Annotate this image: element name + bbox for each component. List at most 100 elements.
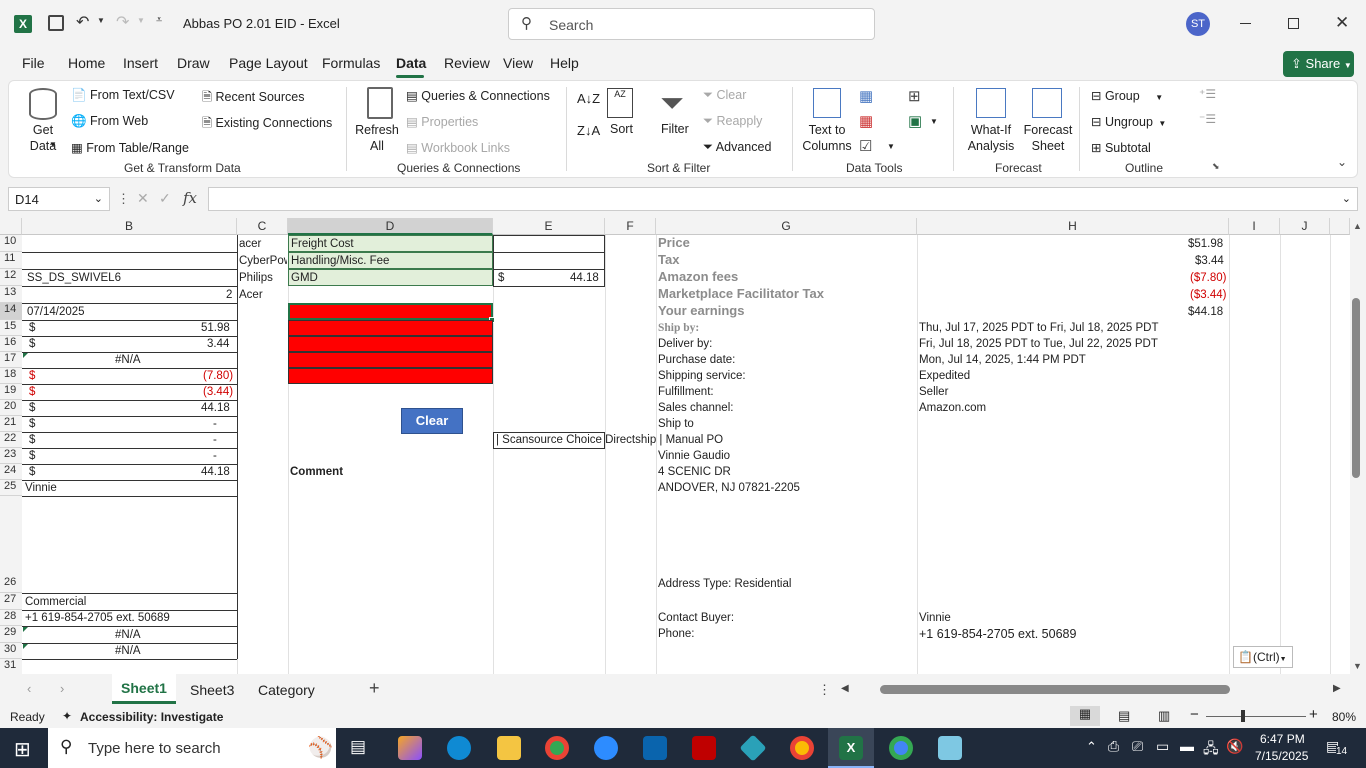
- share-button[interactable]: ⇪ Share ▼: [1283, 51, 1354, 77]
- insert-function-icon[interactable]: fx: [183, 189, 197, 207]
- tab-insert[interactable]: Insert: [123, 55, 158, 71]
- save-icon[interactable]: [48, 15, 64, 31]
- cell-d15[interactable]: [288, 320, 493, 336]
- row-header-30[interactable]: 30: [0, 643, 22, 659]
- row-header-28[interactable]: 28: [0, 610, 22, 626]
- scroll-up-icon[interactable]: ▲: [1353, 221, 1362, 231]
- data-model-dropdown-icon[interactable]: ▼: [930, 117, 938, 126]
- zoom-in-icon[interactable]: +: [1309, 706, 1318, 723]
- tab-view[interactable]: View: [503, 55, 533, 71]
- cell-d24[interactable]: Comment: [290, 464, 343, 480]
- cell-e10[interactable]: [493, 235, 605, 253]
- cell-b13[interactable]: 2: [226, 287, 232, 303]
- ungroup-button[interactable]: ⊟ Ungroup ▼: [1091, 114, 1166, 129]
- app-diamond-icon[interactable]: [739, 734, 767, 762]
- chrome-icon[interactable]: [545, 736, 569, 760]
- taskbar-search-box[interactable]: ⚲ Type here to search ⚾: [48, 728, 336, 768]
- row-header-11[interactable]: 11: [0, 252, 22, 269]
- sheet-tab-sheet1[interactable]: Sheet1: [112, 674, 176, 704]
- zoom-out-icon[interactable]: −: [1190, 706, 1199, 723]
- cell-h15[interactable]: Thu, Jul 17, 2025 PDT to Fri, Jul 18, 20…: [919, 320, 1159, 336]
- horizontal-scroll-thumb[interactable]: [880, 685, 1230, 694]
- row-header-13[interactable]: 13: [0, 286, 22, 303]
- chrome-profile-icon[interactable]: [790, 736, 814, 760]
- hide-detail-icon[interactable]: ⁻☰: [1199, 112, 1216, 126]
- cell-g20[interactable]: Sales channel:: [658, 400, 733, 416]
- column-header-h[interactable]: H: [917, 218, 1229, 235]
- from-web-button[interactable]: 🌐 From Web: [71, 114, 148, 129]
- column-header-b[interactable]: B: [22, 218, 237, 235]
- redo-dropdown-icon[interactable]: ▼: [137, 16, 145, 25]
- clock-date[interactable]: 7/15/2025: [1255, 749, 1308, 763]
- tab-review[interactable]: Review: [444, 55, 490, 71]
- tab-page-layout[interactable]: Page Layout: [229, 55, 308, 71]
- row-header-10[interactable]: 10: [0, 235, 22, 252]
- tab-file[interactable]: File: [22, 55, 45, 71]
- cell-h11[interactable]: $3.44: [1195, 253, 1224, 269]
- normal-view-icon[interactable]: ▦: [1070, 706, 1100, 726]
- cell-b19[interactable]: (3.44): [203, 384, 233, 400]
- hscroll-right-icon[interactable]: ▶: [1333, 683, 1341, 694]
- queries-connections-button[interactable]: ▤ Queries & Connections: [406, 88, 550, 103]
- row-header-25[interactable]: 25: [0, 480, 22, 496]
- cell-d11[interactable]: Handling/Misc. Fee: [288, 252, 493, 269]
- chrome-alt-icon[interactable]: [889, 736, 913, 760]
- name-box-dropdown-icon[interactable]: ⌄: [94, 192, 103, 205]
- undo-dropdown-icon[interactable]: ▼: [97, 16, 105, 25]
- zoom-slider-thumb[interactable]: [1241, 710, 1245, 722]
- row-header-16[interactable]: 16: [0, 336, 22, 352]
- consolidate-icon[interactable]: ⊞: [908, 87, 921, 105]
- restore-icon[interactable]: [1288, 18, 1299, 29]
- windows-start-icon[interactable]: ⊞: [14, 737, 31, 762]
- sort-za-icon[interactable]: Z↓A: [577, 123, 600, 138]
- collapse-ribbon-icon[interactable]: ⌄: [1337, 155, 1347, 169]
- tab-data[interactable]: Data: [396, 55, 426, 71]
- cell-b23[interactable]: -: [213, 448, 217, 464]
- cell-g24[interactable]: 4 SCENIC DR: [658, 464, 731, 480]
- get-data-button[interactable]: Get Data: [23, 122, 63, 154]
- cell-b30[interactable]: #N/A: [115, 643, 141, 659]
- row-header-17[interactable]: 17: [0, 352, 22, 368]
- sheet-prev-icon[interactable]: ‹: [27, 681, 31, 696]
- display-tray-icon[interactable]: ▭: [1156, 738, 1169, 755]
- cell-d16[interactable]: [288, 336, 493, 352]
- tab-home[interactable]: Home: [68, 55, 105, 71]
- cell-b15[interactable]: 51.98: [201, 320, 230, 336]
- column-header-c[interactable]: C: [237, 218, 288, 235]
- column-header-f[interactable]: F: [605, 218, 656, 235]
- data-validation-icon[interactable]: ☑: [859, 137, 872, 155]
- cell-h19[interactable]: Seller: [919, 384, 948, 400]
- clock-time[interactable]: 6:47 PM: [1260, 732, 1305, 746]
- text-to-columns-button[interactable]: Text to Columns: [801, 122, 853, 154]
- cell-b12[interactable]: SS_DS_SWIVEL6: [27, 270, 121, 286]
- undo-icon[interactable]: ↶: [76, 12, 89, 32]
- formula-menu-icon[interactable]: ⋮: [117, 191, 130, 207]
- cell-c13[interactable]: Acer: [239, 287, 263, 303]
- volume-tray-icon[interactable]: 🔇: [1226, 738, 1243, 755]
- outline-dialog-launcher-icon[interactable]: ⬊: [1212, 161, 1220, 172]
- sort-icon[interactable]: AZ: [607, 88, 633, 118]
- cell-d14[interactable]: [288, 303, 493, 320]
- tab-help[interactable]: Help: [550, 55, 579, 71]
- sheet-next-icon[interactable]: ›: [60, 681, 64, 696]
- cell-b18[interactable]: (7.80): [203, 368, 233, 384]
- row-header-20[interactable]: 20: [0, 400, 22, 416]
- filter-icon[interactable]: ⏷: [660, 87, 684, 121]
- cell-b14[interactable]: 07/14/2025: [27, 304, 85, 320]
- expand-formula-icon[interactable]: ⌄: [1342, 192, 1351, 205]
- zoom-level[interactable]: 80%: [1332, 710, 1356, 724]
- cell-h17[interactable]: Mon, Jul 14, 2025, 1:44 PM PDT: [919, 352, 1086, 368]
- data-model-icon[interactable]: ▣: [908, 112, 922, 130]
- sort-az-icon[interactable]: A↓Z: [577, 91, 600, 106]
- cell-h12[interactable]: ($7.80): [1190, 270, 1226, 286]
- tray-overflow-icon[interactable]: ⌃: [1086, 739, 1097, 755]
- cell-c12[interactable]: Philips: [239, 270, 273, 286]
- cell-g13[interactable]: Marketplace Facilitator Tax: [658, 286, 824, 302]
- tab-draw[interactable]: Draw: [177, 55, 210, 71]
- forecast-sheet-button[interactable]: Forecast Sheet: [1023, 122, 1073, 154]
- enter-formula-icon[interactable]: ✓: [159, 190, 171, 207]
- cell-b25[interactable]: Vinnie: [25, 480, 57, 496]
- from-table-button[interactable]: ▦ From Table/Range: [71, 140, 189, 155]
- cancel-formula-icon[interactable]: ✕: [137, 190, 149, 207]
- advanced-button[interactable]: ⏷ Advanced: [703, 140, 771, 155]
